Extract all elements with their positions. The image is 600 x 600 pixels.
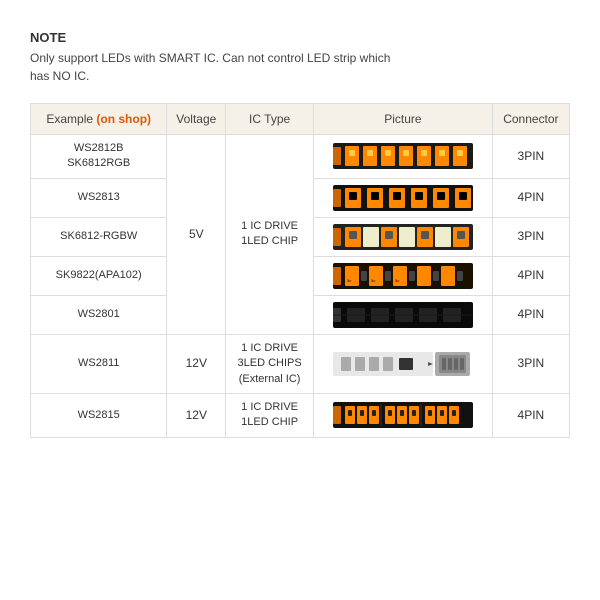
example-cell: WS2811 — [31, 334, 167, 393]
connector-cell: 3PIN — [492, 334, 569, 393]
picture-cell: 5v 5v 5v — [314, 256, 493, 295]
svg-text:5v: 5v — [395, 278, 399, 283]
note-section: NOTE Only support LEDs with SMART IC. Ca… — [30, 30, 570, 85]
comparison-table: Example (on shop) Voltage IC Type Pictur… — [30, 103, 570, 438]
connector-cell: 4PIN — [492, 256, 569, 295]
voltage-cell-12v-2: 12V — [167, 393, 226, 437]
on-shop-label: (on shop) — [96, 112, 151, 126]
picture-cell — [314, 217, 493, 256]
example-cell: WS2801 — [31, 295, 167, 334]
example-cell: WS2812BSK6812RGB — [31, 135, 167, 179]
header-ic-type: IC Type — [226, 104, 314, 135]
example-cell: WS2815 — [31, 393, 167, 437]
table-row: WS2811 12V 1 IC DRIVE3LED CHIPS(External… — [31, 334, 570, 393]
voltage-cell-12v-1: 12V — [167, 334, 226, 393]
svg-text:5v: 5v — [371, 278, 375, 283]
main-container: NOTE Only support LEDs with SMART IC. Ca… — [0, 0, 600, 458]
connector-cell: 4PIN — [492, 295, 569, 334]
header-example: Example (on shop) — [31, 104, 167, 135]
note-text: Only support LEDs with SMART IC. Can not… — [30, 49, 570, 85]
table-row: WS2812BSK6812RGB 5V 1 IC DRIVE1LED CHIP — [31, 135, 570, 179]
picture-cell — [314, 135, 493, 179]
connector-cell: 3PIN — [492, 217, 569, 256]
svg-text:5v: 5v — [347, 278, 351, 283]
voltage-cell-5v: 5V — [167, 135, 226, 335]
note-line1: Only support LEDs with SMART IC. Can not… — [30, 51, 390, 65]
picture-cell — [314, 295, 493, 334]
picture-cell — [314, 393, 493, 437]
picture-cell — [314, 334, 493, 393]
ic-type-cell-1: 1 IC DRIVE1LED CHIP — [226, 135, 314, 335]
example-cell: SK9822(APA102) — [31, 256, 167, 295]
ic-type-cell-3: 1 IC DRIVE1LED CHIP — [226, 393, 314, 437]
header-voltage: Voltage — [167, 104, 226, 135]
note-line2: has NO IC. — [30, 69, 89, 83]
ic-type-cell-2: 1 IC DRIVE3LED CHIPS(External IC) — [226, 334, 314, 393]
connector-cell: 4PIN — [492, 178, 569, 217]
example-cell: SK6812-RGBW — [31, 217, 167, 256]
header-picture: Picture — [314, 104, 493, 135]
table-row: WS2815 12V 1 IC DRIVE1LED CHIP — [31, 393, 570, 437]
example-cell: WS2813 — [31, 178, 167, 217]
connector-cell: 3PIN — [492, 135, 569, 179]
connector-cell: 4PIN — [492, 393, 569, 437]
header-connector: Connector — [492, 104, 569, 135]
note-title: NOTE — [30, 30, 570, 45]
picture-cell — [314, 178, 493, 217]
